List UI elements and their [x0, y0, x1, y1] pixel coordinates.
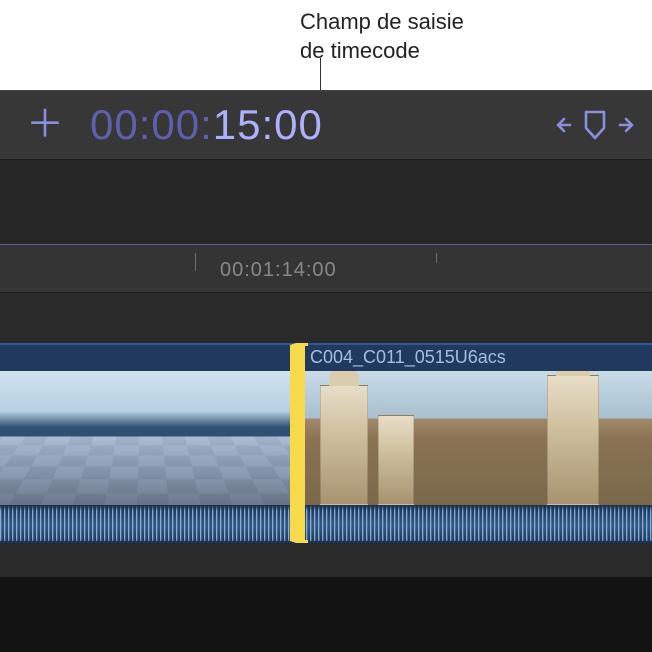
- ruler-tick: [195, 253, 196, 271]
- timecode-toolbar: ＋ 00:00:15:00: [0, 90, 652, 160]
- add-clip-button[interactable]: ＋: [18, 104, 72, 146]
- timeline-gap: [0, 293, 652, 343]
- clip-filmstrip: [302, 371, 652, 505]
- editor-panel: ＋ 00:00:15:00 00:01:14:00: [0, 90, 652, 652]
- timeline-bottom-bar: [0, 577, 652, 652]
- clip-audio-waveform: [0, 505, 290, 543]
- annotation-callout: Champ de saisie de timecode: [300, 8, 464, 65]
- ruler-timecode: 00:01:14:00: [220, 259, 337, 282]
- timecode-field[interactable]: 00:00:15:00: [90, 101, 538, 149]
- timeline-clip[interactable]: C004_C011_0515U6acs: [296, 343, 652, 543]
- primary-storyline[interactable]: C004_C011_0515U6acs: [0, 343, 652, 543]
- ruler-tick: [436, 253, 437, 263]
- timeline-ruler[interactable]: 00:01:14:00: [0, 245, 652, 293]
- skim-playhead-icon[interactable]: [556, 108, 634, 142]
- timeline-clip[interactable]: [0, 343, 296, 543]
- annotation-line-2: de timecode: [300, 37, 464, 66]
- annotation-line-1: Champ de saisie: [300, 8, 464, 37]
- clip-audio-waveform: [302, 505, 652, 543]
- index-bar: [0, 160, 652, 245]
- clip-title: C004_C011_0515U6acs: [302, 345, 652, 371]
- clip-title: [0, 345, 290, 371]
- timecode-dim-part: 00:00:: [90, 101, 213, 148]
- timecode-bright-part: 15:00: [213, 101, 323, 148]
- clip-filmstrip: [0, 371, 290, 505]
